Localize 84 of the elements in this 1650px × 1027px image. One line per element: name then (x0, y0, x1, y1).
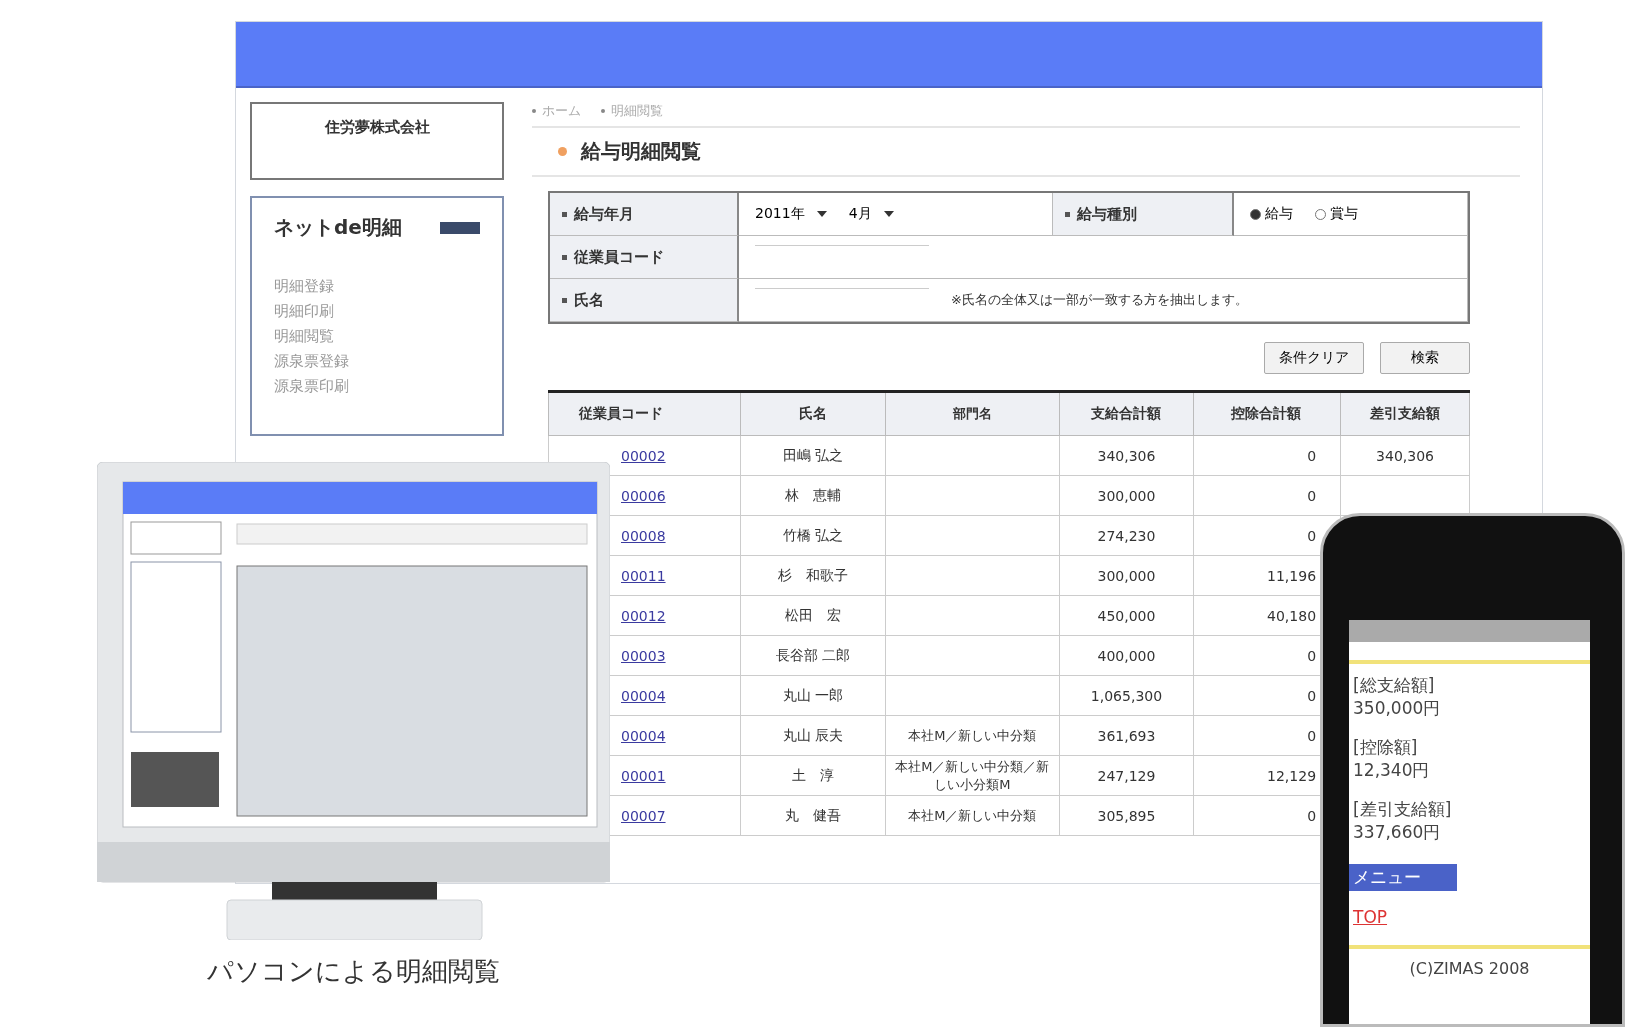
table-cell: 247,129 (1097, 767, 1156, 784)
field-label: 給与種別 (1077, 204, 1137, 224)
employee-link[interactable]: 00012 (621, 607, 666, 624)
field-label: 給与年月 (574, 204, 634, 224)
year-select[interactable]: 2011年 (755, 205, 827, 223)
bullet-icon (1065, 211, 1070, 217)
phone-text: [総支給額] (1352, 674, 1436, 697)
phone-text: 350,000円 (1352, 697, 1442, 720)
table-cell: 12,129 (1267, 767, 1317, 784)
table-cell: 竹橋 弘之 (782, 526, 843, 543)
company-name: 住労夢株式会社 (324, 118, 430, 138)
radio-option[interactable]: 賞与 (1315, 205, 1358, 223)
menu-link[interactable]: メニュー (1349, 864, 1457, 891)
employee-link[interactable]: 00002 (621, 447, 666, 464)
employee-link[interactable]: 00004 (621, 687, 666, 704)
hint-text: ※氏名の全体又は一部が一致する方を抽出します。 (951, 291, 1248, 309)
field-label: 従業員コード (574, 247, 664, 267)
phone-text: [控除額] (1352, 736, 1419, 759)
top-link[interactable]: TOP (1353, 907, 1403, 927)
phone-text: 337,660円 (1352, 821, 1442, 844)
bullet-icon (558, 147, 567, 156)
table-cell: 0 (1307, 487, 1317, 504)
table-cell: 274,230 (1097, 527, 1156, 544)
table-cell: 0 (1307, 687, 1317, 704)
table-cell: 丸山 一郎 (782, 686, 843, 703)
table-cell: 土 淳 (791, 766, 834, 783)
table-cell: 0 (1307, 727, 1317, 744)
radio-option[interactable]: 給与 (1250, 205, 1293, 223)
table-cell: 361,693 (1097, 727, 1156, 744)
employee-link[interactable]: 00008 (621, 527, 666, 544)
table-cell: 林 恵輔 (784, 486, 841, 503)
employee-link[interactable]: 00011 (621, 567, 666, 584)
table-cell: 300,000 (1097, 567, 1156, 584)
table-cell: 340,306 (1097, 447, 1156, 464)
table-cell: 11,196 (1267, 567, 1317, 584)
badge-icon (440, 221, 480, 234)
employee-link[interactable]: 00007 (621, 807, 666, 824)
table-cell: 長谷部 二郎 (775, 646, 850, 663)
phone-text: [差引支給額] (1352, 798, 1453, 821)
caret-icon (883, 211, 894, 217)
month-select[interactable]: 4月 (848, 205, 894, 223)
table-cell: 300,000 (1097, 487, 1156, 504)
bullet-icon (601, 109, 605, 113)
footer-text: (C)ZIMAS 2008 (1408, 959, 1531, 978)
table-cell: 0 (1307, 447, 1317, 464)
table-cell: 丸山 辰夫 (782, 726, 843, 743)
employee-link[interactable]: 00001 (621, 767, 666, 784)
table-cell: 杉 和歌子 (777, 566, 848, 583)
table-cell: 0 (1307, 527, 1317, 544)
table-cell: 0 (1307, 807, 1317, 824)
column-header: 控除合計額 (1193, 391, 1341, 436)
field-label: 氏名 (574, 290, 604, 310)
table-cell: 丸 健吾 (784, 806, 841, 823)
table-cell: 0 (1307, 647, 1317, 664)
table-cell: 田嶋 弘之 (782, 446, 843, 463)
table-cell: 400,000 (1097, 647, 1156, 664)
table-cell: 1,065,300 (1090, 687, 1163, 704)
page-title: 給与明細閲覧 (581, 138, 701, 165)
bullet-icon (532, 109, 536, 113)
table-cell: 40,180 (1267, 607, 1317, 624)
table-cell: 340,306 (1376, 447, 1434, 464)
bullet-icon (562, 211, 567, 217)
caption: パソコンによる明細閲覧 (207, 955, 500, 988)
bullet-icon (562, 297, 567, 303)
table-cell: 450,000 (1097, 607, 1156, 624)
table-cell: 305,895 (1097, 807, 1156, 824)
column-header: 差引支給額 (1340, 391, 1470, 436)
bullet-icon (562, 254, 567, 260)
table-cell: 本社M／新しい中分類 (908, 727, 1037, 743)
column-header: 氏名 (740, 391, 886, 436)
column-header: 部門名 (885, 391, 1060, 436)
employee-link[interactable]: 00006 (621, 487, 666, 504)
phone-text: 12,340円 (1352, 759, 1431, 782)
column-header: 支給合計額 (1059, 391, 1194, 436)
form-button[interactable]: 検索 (1380, 342, 1470, 374)
employee-link[interactable]: 00004 (621, 727, 666, 744)
form-button[interactable]: 条件クリア (1264, 342, 1364, 374)
table-cell: 本社M／新しい中分類／新しい小分類M (895, 758, 1050, 792)
employee-link[interactable]: 00003 (621, 647, 666, 664)
table-cell: 松田 宏 (784, 606, 841, 623)
column-header: 従業員コード (548, 391, 741, 436)
logo-text: ネットde明細 (274, 214, 402, 241)
caret-icon (816, 211, 827, 217)
table-cell: 本社M／新しい中分類 (908, 807, 1037, 823)
